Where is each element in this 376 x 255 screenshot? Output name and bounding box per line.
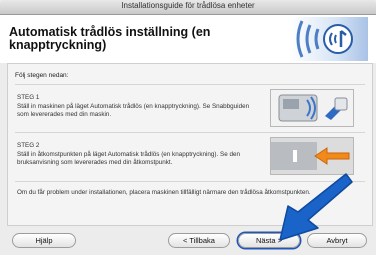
step-1-text: Ställ in maskinen på läget Automatisk tr…: [17, 103, 250, 118]
window-titlebar: Installationsguide för trådlösa enheter: [0, 0, 376, 15]
divider: [15, 84, 365, 85]
page-title: Automatisk trådlös inställning (en knapp…: [9, 25, 211, 52]
blue-arrow-icon: [279, 173, 353, 241]
wizard-header: Automatisk trådlös inställning (en knapp…: [0, 15, 376, 63]
step-2: STEG 2 Ställ in åtkomstpunkten på läget …: [17, 142, 257, 167]
step-2-text: Ställ in åtkomstpunkten på läget Automat…: [17, 151, 240, 166]
intro-text: Följ stegen nedan:: [15, 72, 69, 79]
back-button[interactable]: < Tillbaka: [168, 233, 230, 248]
divider: [15, 132, 365, 133]
step-2-label: STEG 2: [17, 142, 40, 149]
step-1: STEG 1 Ställ in maskinen på läget Automa…: [17, 94, 257, 119]
printer-wifi-icon: [270, 89, 354, 127]
help-button[interactable]: Hjälp: [12, 233, 76, 248]
window-title: Installationsguide för trådlösa enheter: [121, 1, 255, 10]
step-1-label: STEG 1: [17, 94, 40, 101]
wireless-signal-icon: [290, 17, 368, 61]
